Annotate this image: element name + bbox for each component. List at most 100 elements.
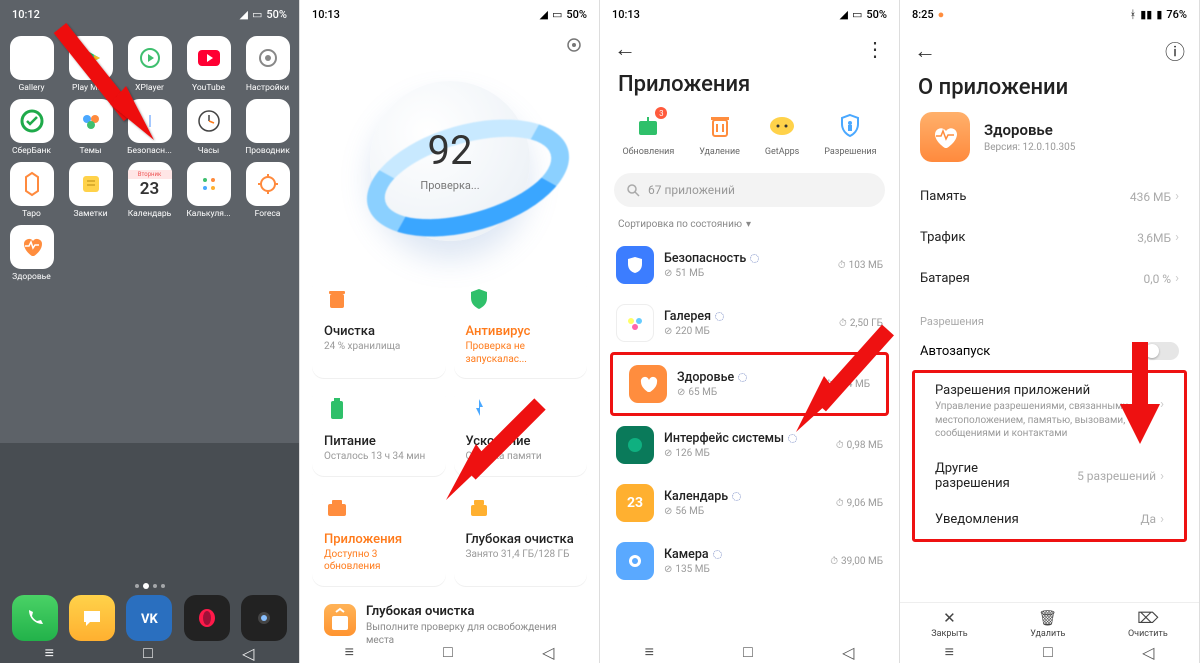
- row-traffic[interactable]: Трафик3,6МБ›: [900, 217, 1199, 258]
- dock-phone[interactable]: [12, 595, 58, 641]
- app-files[interactable]: Проводник: [238, 99, 297, 156]
- app-taro[interactable]: Таро: [2, 162, 61, 219]
- nav-back-icon[interactable]: ◁: [542, 643, 554, 662]
- card-antivirus[interactable]: Антивирус Проверка не запускалас...: [454, 276, 588, 378]
- chevron-right-icon: ›: [1175, 230, 1179, 245]
- dock-camera[interactable]: [241, 595, 287, 641]
- stats-icon: ⏱: [836, 498, 844, 509]
- sort-dropdown[interactable]: Сортировка по состоянию▾: [600, 217, 899, 236]
- dock-opera[interactable]: [184, 595, 230, 641]
- dock-vk[interactable]: VK: [126, 595, 172, 641]
- app-sberbank[interactable]: СберБанк: [2, 99, 61, 156]
- bottom-actions: ✕Закрыть 🗑Удалить ⌦Очистить: [900, 602, 1199, 639]
- battery-outline-icon: ▭: [852, 8, 862, 21]
- app-version: Версия: 12.0.10.305: [984, 142, 1075, 153]
- tile-uninstall[interactable]: Удаление: [699, 111, 740, 157]
- chevron-down-icon: ▾: [746, 219, 751, 230]
- btn-clear[interactable]: ⌦Очистить: [1128, 609, 1168, 639]
- clock-text: 10:12: [12, 8, 40, 21]
- nav-back-icon[interactable]: ◁: [242, 644, 254, 663]
- score-orb[interactable]: 92 Проверка...: [300, 56, 600, 266]
- nav-home-icon[interactable]: □: [1043, 642, 1053, 662]
- chevron-right-icon: ›: [1160, 469, 1164, 484]
- row-camera[interactable]: Камера⊘135 МБ ⏱39,00 МБ: [600, 532, 899, 590]
- btn-uninstall[interactable]: 🗑Удалить: [1030, 609, 1065, 639]
- nav-back-icon[interactable]: ◁: [1142, 643, 1154, 662]
- signal-icon: ◢: [240, 8, 248, 21]
- battery-text: 50%: [266, 8, 287, 21]
- stats-icon: ⏱: [836, 440, 844, 451]
- row-notifications[interactable]: Уведомления Да›: [915, 502, 1184, 537]
- action-tiles: 3 Обновления Удаление GetApps Разрешения: [600, 103, 899, 163]
- nav-menu-icon[interactable]: ≡: [645, 642, 654, 662]
- clock-text: 10:13: [312, 8, 340, 21]
- section-label: Разрешения: [900, 299, 1199, 332]
- status-bar: 10:12 ◢ ▭ 50%: [0, 0, 299, 28]
- back-button[interactable]: ←: [914, 38, 936, 64]
- app-calc[interactable]: Калькуля...: [179, 162, 238, 219]
- app-notes[interactable]: Заметки: [61, 162, 120, 219]
- stats-icon: ⏱: [830, 556, 838, 567]
- card-apps[interactable]: Приложения Доступно 3 обновления: [312, 484, 446, 586]
- tutorial-arrow-icon: [1105, 336, 1175, 456]
- search-input[interactable]: 67 приложений: [614, 173, 885, 207]
- battery-text: 50%: [566, 8, 587, 21]
- battery-text: 50%: [866, 8, 887, 21]
- dock-sms[interactable]: [69, 595, 115, 641]
- nav-menu-icon[interactable]: ≡: [45, 643, 54, 663]
- nav-back-icon[interactable]: ◁: [842, 643, 854, 662]
- chevron-right-icon: ›: [1175, 271, 1179, 286]
- tutorial-arrow-icon: [440, 394, 560, 514]
- card-power[interactable]: Питание Осталось 13 ч 34 мин: [312, 386, 446, 476]
- nav-home-icon[interactable]: □: [743, 642, 753, 662]
- nav-menu-icon[interactable]: ≡: [345, 642, 354, 662]
- btn-close[interactable]: ✕Закрыть: [931, 609, 967, 639]
- app-calendar[interactable]: Вторник23Календарь: [120, 162, 179, 219]
- storage-icon: ⊘: [664, 506, 672, 517]
- loading-icon: [732, 492, 741, 501]
- app-header: Здоровье Версия: 12.0.10.305: [900, 106, 1199, 176]
- app-security[interactable]: Безопасн...: [120, 99, 179, 156]
- storage-icon: ⊘: [677, 387, 685, 398]
- nav-home-icon[interactable]: □: [143, 643, 153, 663]
- app-foreca[interactable]: Foreca: [238, 162, 297, 219]
- signal-icon: ▮▮: [1140, 8, 1152, 21]
- clock-text: 8:25: [912, 8, 934, 21]
- search-icon: [626, 183, 640, 197]
- app-play[interactable]: Play Ма...: [61, 36, 120, 93]
- security-app: 10:13 ◢▭50% 92 Проверка... Очистка 24 % …: [300, 0, 600, 663]
- back-button[interactable]: ←: [614, 36, 636, 62]
- storage-icon: ⊘: [664, 268, 672, 279]
- card-cleanup[interactable]: Очистка 24 % хранилища: [312, 276, 446, 378]
- signal-icon: ◢: [540, 8, 548, 21]
- row-battery[interactable]: Батарея0,0 %›: [900, 258, 1199, 299]
- app-health[interactable]: Здоровье: [2, 225, 61, 282]
- tile-perms[interactable]: Разрешения: [824, 111, 876, 157]
- row-memory[interactable]: Память436 МБ›: [900, 176, 1199, 217]
- app-xplayer[interactable]: XPlayer: [120, 36, 179, 93]
- page-title: Приложения: [600, 66, 899, 103]
- tile-updates[interactable]: 3 Обновления: [622, 111, 674, 157]
- app-themes[interactable]: Темы: [61, 99, 120, 156]
- settings-button[interactable]: [563, 34, 585, 56]
- nav-home-icon[interactable]: □: [443, 642, 453, 662]
- nav-bar: ≡ □ ◁: [900, 641, 1199, 663]
- tile-getapps[interactable]: GetApps: [765, 111, 799, 157]
- app-gallery[interactable]: Gallery: [2, 36, 61, 93]
- stats-icon: ⏱: [838, 260, 846, 271]
- row-calendar[interactable]: 23 Календарь⊘56 МБ ⏱9,06 МБ: [600, 474, 899, 532]
- more-button[interactable]: ⋮: [865, 37, 885, 61]
- app-settings[interactable]: Настройки: [238, 36, 297, 93]
- row-security[interactable]: Безопасность⊘51 МБ ⏱103 МБ: [600, 236, 899, 294]
- app-clock[interactable]: Часы: [179, 99, 238, 156]
- nav-menu-icon[interactable]: ≡: [945, 642, 954, 662]
- row-other-perms[interactable]: Другие разрешения 5 разрешений›: [915, 451, 1184, 502]
- storage-icon: ⊘: [664, 448, 672, 459]
- chevron-right-icon: ›: [1175, 189, 1179, 204]
- page-dots: [0, 584, 299, 589]
- storage-icon: ⊘: [664, 564, 672, 575]
- trash-icon: 🗑: [1038, 609, 1057, 627]
- app-youtube[interactable]: YouTube: [179, 36, 238, 93]
- info-button[interactable]: ⓘ: [1165, 36, 1185, 65]
- app-name: Здоровье: [984, 121, 1075, 139]
